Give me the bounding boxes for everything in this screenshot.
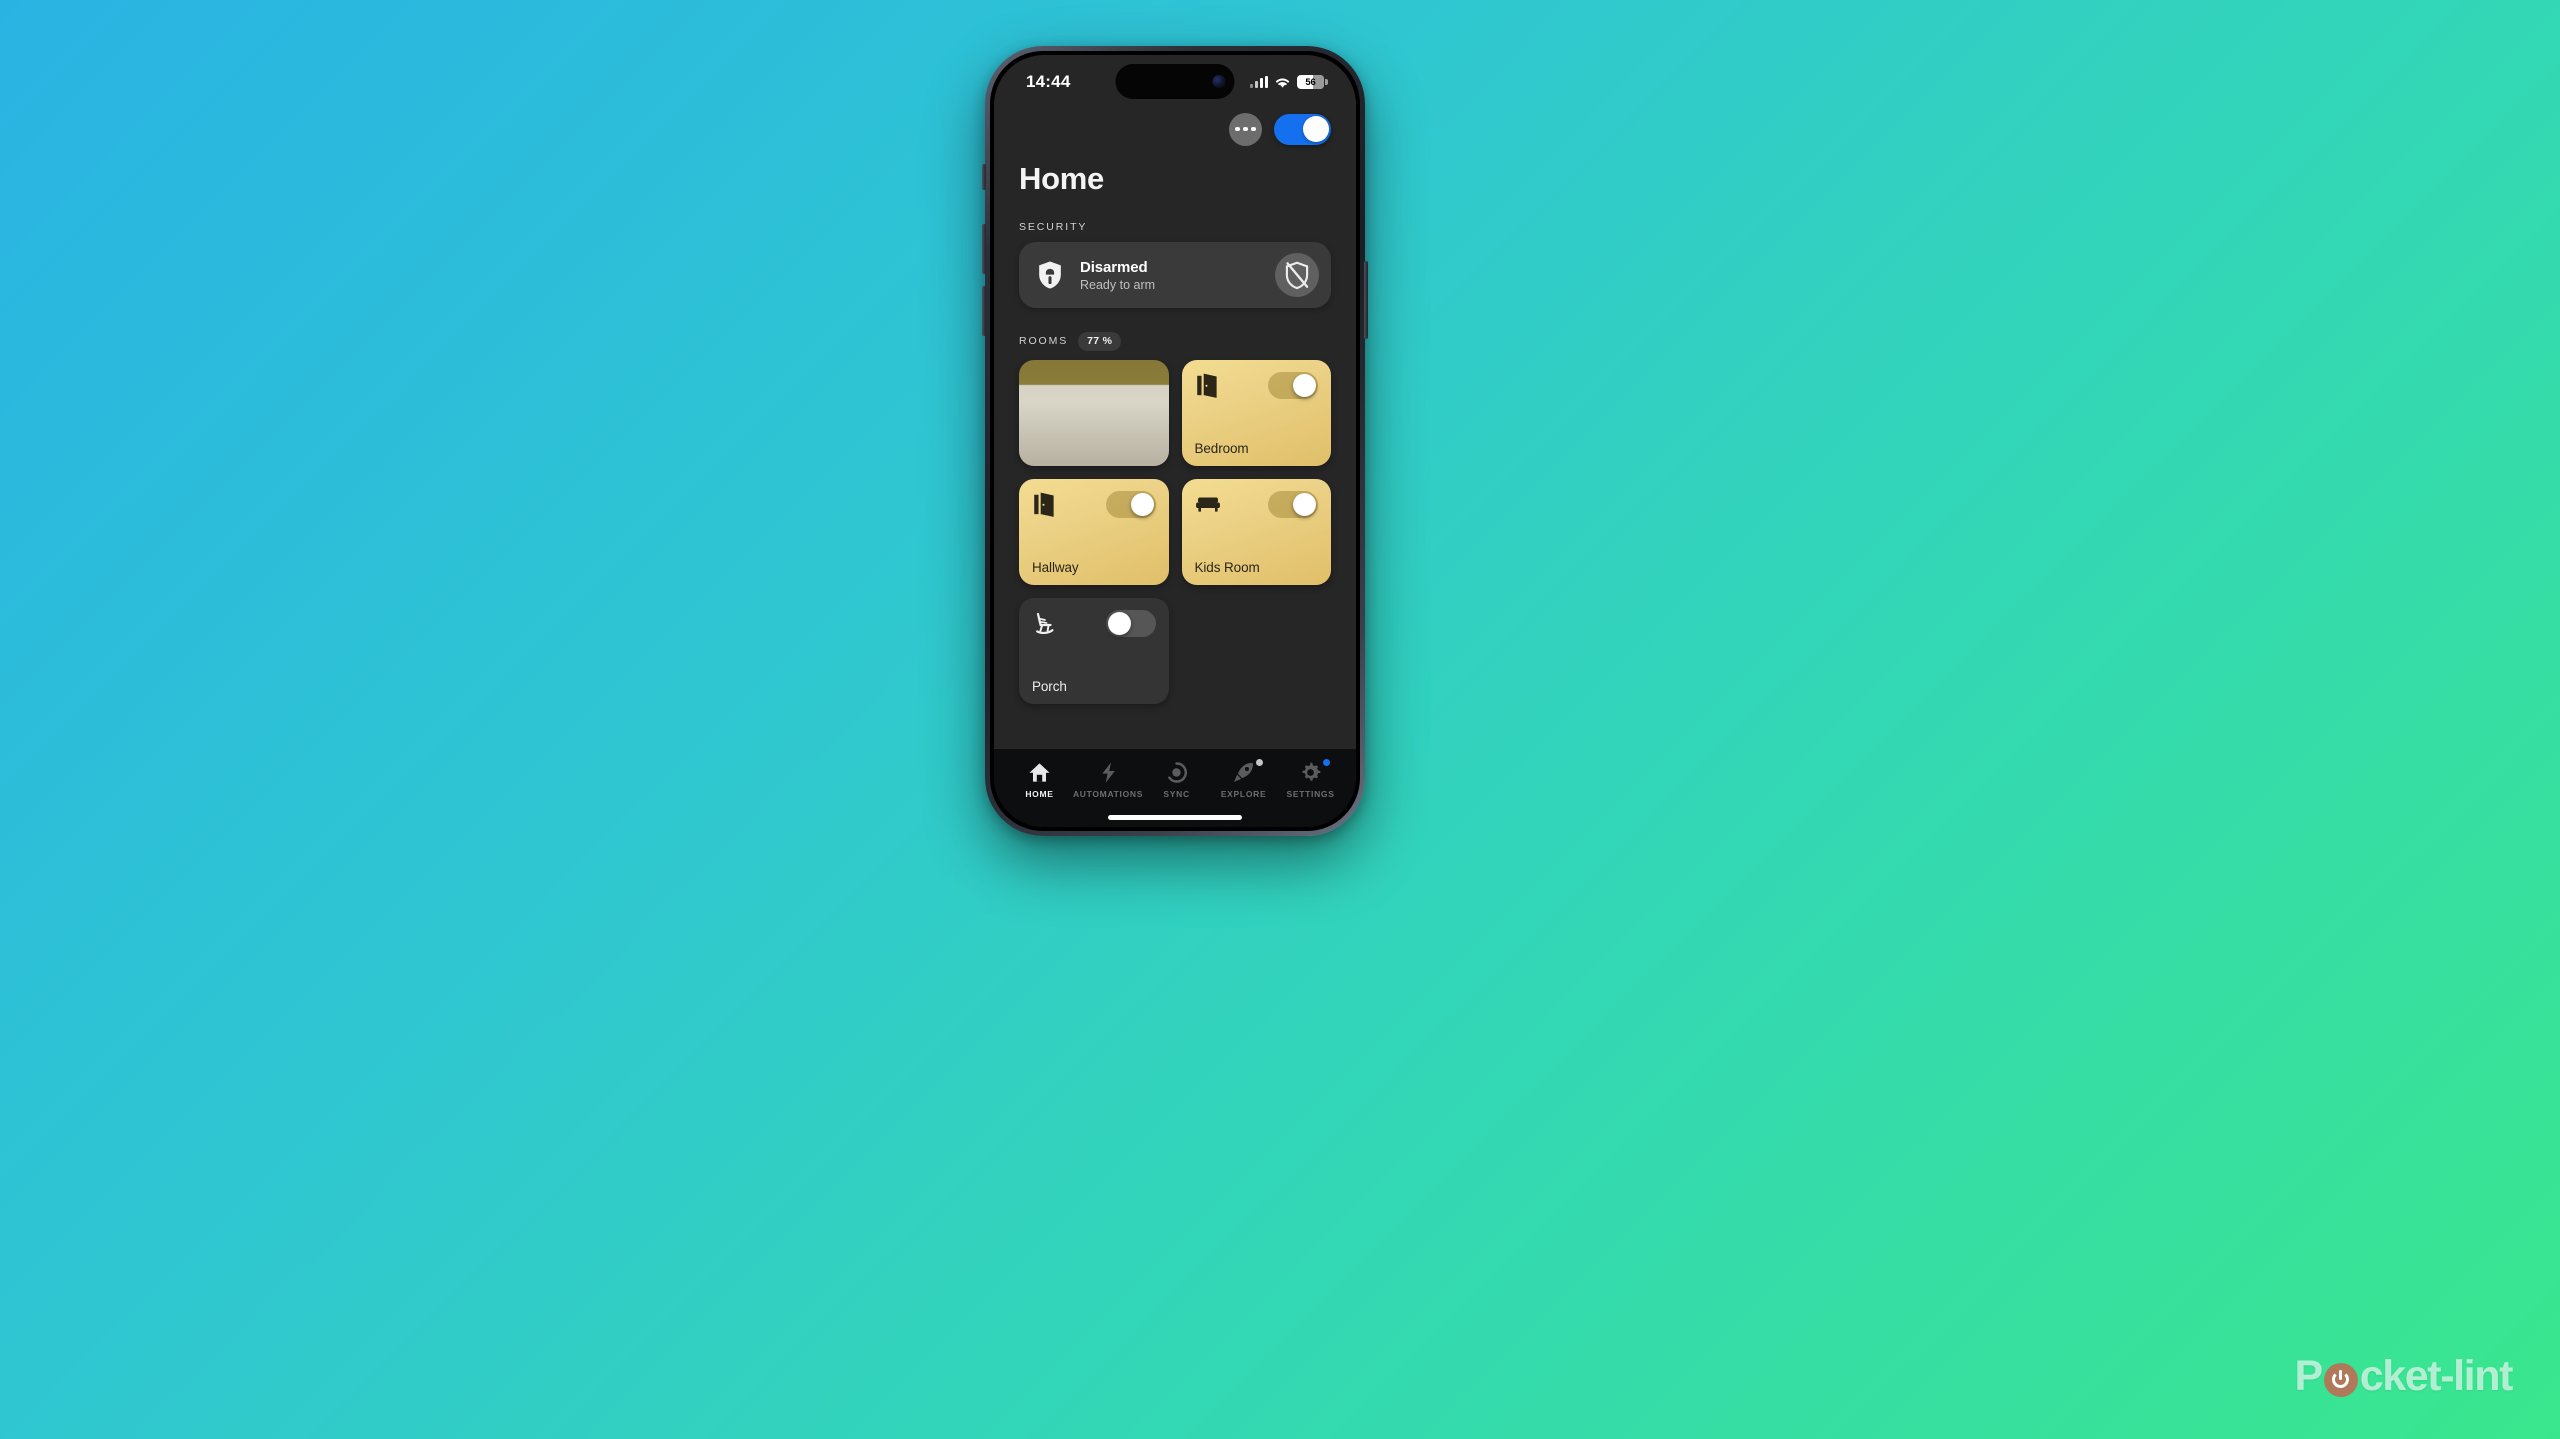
room-toggle-knob	[1130, 492, 1154, 516]
room-card[interactable]: Porch	[1019, 597, 1169, 704]
rocking-chair-icon	[1036, 612, 1054, 634]
shield-off-icon	[1285, 261, 1309, 289]
header-actions	[1019, 109, 1331, 149]
sync-icon	[1168, 762, 1188, 783]
status-indicators: 56	[1250, 75, 1328, 89]
app-header: Home	[994, 103, 1356, 197]
status-bar: 14:44 56	[994, 55, 1356, 103]
tab-label: SYNC	[1163, 789, 1190, 799]
cellular-signal-icon	[1250, 76, 1268, 88]
rooms-section-label: ROOMS	[1019, 335, 1069, 348]
tab-sync[interactable]: SYNC	[1143, 761, 1210, 799]
phone-device: 14:44 56 Home SECURITY Disarmed Ready to…	[982, 46, 1368, 836]
security-section-header: SECURITY	[1019, 221, 1331, 233]
room-card[interactable]: Bedroom	[1181, 359, 1331, 466]
tab-explore[interactable]: EXPLORE	[1210, 759, 1277, 799]
more-dots-icon[interactable]	[1229, 112, 1262, 146]
door-open-icon	[1196, 373, 1217, 398]
room-toggle-knob	[1293, 373, 1316, 397]
room-name: Kids Room	[1194, 559, 1260, 575]
battery-level: 56	[1305, 76, 1316, 88]
room-card-top	[1195, 490, 1318, 519]
room-toggle-knob	[1293, 492, 1316, 516]
power-button[interactable]	[1364, 261, 1368, 339]
rooms-grid: Bedroom Hallway Kids Room Porch	[1019, 359, 1331, 704]
main-content: SECURITY Disarmed Ready to arm ROOMS 77 …	[994, 197, 1356, 749]
battery-icon: 56	[1297, 75, 1328, 89]
security-status-subtitle: Ready to arm	[1080, 277, 1156, 292]
room-card[interactable]: Hallway	[1019, 478, 1169, 585]
wifi-icon	[1275, 77, 1290, 88]
master-toggle-knob	[1302, 116, 1329, 142]
power-symbol-icon	[2323, 1362, 2358, 1397]
security-card[interactable]: Disarmed Ready to arm	[1019, 242, 1331, 308]
tab-label: EXPLORE	[1220, 789, 1267, 799]
rooms-section-header: ROOMS 77 %	[1019, 332, 1331, 351]
lightning-icon	[1101, 762, 1115, 783]
room-card-top	[1032, 490, 1156, 519]
pocket-lint-watermark: P cket-lint	[2294, 1352, 2514, 1401]
security-status-title: Disarmed	[1080, 258, 1148, 276]
tab-label: HOME	[1025, 789, 1054, 799]
security-texts: Disarmed Ready to arm	[1080, 259, 1155, 292]
door-open-icon	[1034, 492, 1054, 517]
room-name: Porch	[1032, 678, 1067, 694]
page-title: Home	[1019, 161, 1104, 196]
room-card-top	[1195, 371, 1318, 400]
room-name: Hallway	[1032, 559, 1079, 575]
settings-badge	[1322, 759, 1330, 766]
volume-up-button[interactable]	[982, 224, 986, 274]
phone-bezel: 14:44 56 Home SECURITY Disarmed Ready to…	[990, 51, 1360, 831]
front-camera-icon	[1212, 75, 1226, 88]
tab-automations[interactable]: AUTOMATIONS	[1073, 761, 1143, 799]
watermark-text-before: P	[2294, 1352, 2323, 1400]
room-toggle-knob	[1107, 611, 1131, 635]
room-name: Bedroom	[1194, 440, 1249, 456]
security-section-label: SECURITY	[1019, 221, 1088, 233]
room-card[interactable]: Kids Room	[1181, 478, 1331, 585]
master-toggle[interactable]	[1274, 113, 1331, 145]
room-toggle[interactable]	[1268, 371, 1318, 399]
phone-screen: 14:44 56 Home SECURITY Disarmed Ready to…	[994, 55, 1356, 827]
room-toggle[interactable]	[1105, 490, 1156, 518]
explore-badge	[1255, 759, 1263, 766]
tab-settings[interactable]: SETTINGS	[1277, 759, 1344, 799]
tab-home[interactable]: HOME	[1006, 761, 1073, 799]
watermark-text-after: cket-lint	[2359, 1352, 2514, 1400]
shield-home-icon	[1039, 261, 1061, 289]
room-toggle[interactable]	[1105, 609, 1156, 637]
room-card[interactable]	[1019, 359, 1169, 466]
rocket-icon	[1234, 763, 1254, 782]
dynamic-island	[1115, 64, 1235, 99]
status-time: 14:44	[1026, 72, 1071, 91]
volume-down-button[interactable]	[982, 286, 986, 336]
tab-label: AUTOMATIONS	[1072, 789, 1144, 799]
silent-switch[interactable]	[982, 164, 986, 190]
tab-label: SETTINGS	[1286, 789, 1335, 799]
shield-off-button[interactable]	[1275, 253, 1319, 297]
gear-icon	[1302, 762, 1321, 781]
home-icon	[1029, 763, 1050, 782]
rooms-percent-badge: 77 %	[1078, 332, 1122, 351]
room-toggle[interactable]	[1268, 490, 1318, 518]
room-card-top	[1032, 609, 1156, 638]
home-indicator[interactable]	[1108, 815, 1242, 820]
sofa-icon	[1195, 497, 1220, 512]
